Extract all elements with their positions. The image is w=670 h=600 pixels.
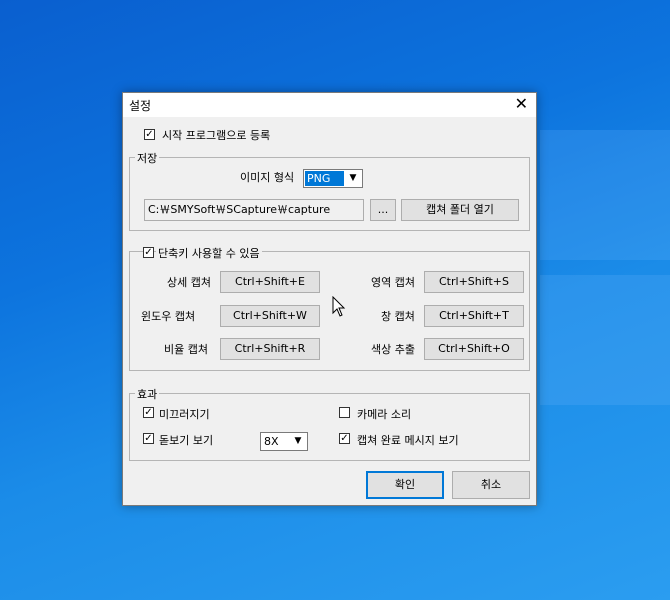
startup-label[interactable]: 시작 프로그램으로 등록 <box>162 127 270 143</box>
image-format-select[interactable]: PNG ▼ <box>303 169 363 188</box>
hotkey-button[interactable]: Ctrl+Shift+S <box>424 271 524 293</box>
hotkey-button[interactable]: Ctrl+Shift+E <box>220 271 320 293</box>
hotkey-button[interactable]: Ctrl+Shift+O <box>424 338 524 360</box>
hotkey-button[interactable]: Ctrl+Shift+R <box>220 338 320 360</box>
hotkeys-enabled-checkbox[interactable]: ✓ <box>143 247 154 258</box>
effects-group-legend: 효과 <box>135 386 160 402</box>
ok-button[interactable]: 확인 <box>366 471 444 499</box>
image-format-value: PNG <box>305 171 344 186</box>
hotkeys-group-legend[interactable]: 단축키 사용할 수 있음 <box>156 245 262 261</box>
image-format-label: 이미지 형식 <box>240 171 295 184</box>
zoom-value: 8X <box>264 435 279 448</box>
hotkey-label: 비율 캡쳐 <box>164 343 208 356</box>
slide-checkbox[interactable]: ✓ <box>143 407 154 418</box>
magnifier-label[interactable]: 돋보기 보기 <box>159 432 213 448</box>
settings-dialog: 설정 ✕ ✓ 시작 프로그램으로 등록 저장 이미지 형식 PNG ▼ C:￦S… <box>122 92 537 506</box>
zoom-select[interactable]: 8X ▼ <box>260 432 308 451</box>
dialog-title: 설정 <box>129 99 152 113</box>
browse-button[interactable]: ... <box>370 199 396 221</box>
desktop-window-logo-lower <box>540 275 670 405</box>
hotkey-label: 상세 캡쳐 <box>167 276 211 289</box>
startup-checkbox[interactable]: ✓ <box>144 129 155 140</box>
slide-label[interactable]: 미끄러지기 <box>159 406 210 422</box>
hotkey-label: 영역 캡쳐 <box>371 276 415 289</box>
hotkey-button[interactable]: Ctrl+Shift+T <box>424 305 524 327</box>
mouse-cursor-icon <box>332 296 346 317</box>
save-group-legend: 저장 <box>135 150 160 166</box>
magnifier-checkbox[interactable]: ✓ <box>143 433 154 444</box>
hotkey-label: 색상 추출 <box>371 343 415 356</box>
close-icon[interactable]: ✕ <box>515 95 528 113</box>
title-bar: 설정 ✕ <box>123 93 536 117</box>
chevron-down-icon: ▼ <box>349 173 357 183</box>
chevron-down-icon: ▼ <box>294 436 302 446</box>
camera-sound-label[interactable]: 카메라 소리 <box>357 406 411 422</box>
effects-group <box>129 393 530 461</box>
save-path-field[interactable]: C:￦SMYSoft￦SCapture￦capture <box>144 199 364 221</box>
open-capture-folder-button[interactable]: 캡쳐 폴더 열기 <box>401 199 519 221</box>
cancel-button[interactable]: 취소 <box>452 471 530 499</box>
desktop-window-logo <box>540 130 670 260</box>
complete-message-checkbox[interactable]: ✓ <box>339 433 350 444</box>
hotkey-label: 윈도우 캡쳐 <box>141 310 196 323</box>
hotkey-label: 창 캡쳐 <box>381 310 415 323</box>
complete-message-label[interactable]: 캡쳐 완료 메시지 보기 <box>357 432 459 448</box>
camera-sound-checkbox[interactable] <box>339 407 350 418</box>
hotkey-button[interactable]: Ctrl+Shift+W <box>220 305 320 327</box>
